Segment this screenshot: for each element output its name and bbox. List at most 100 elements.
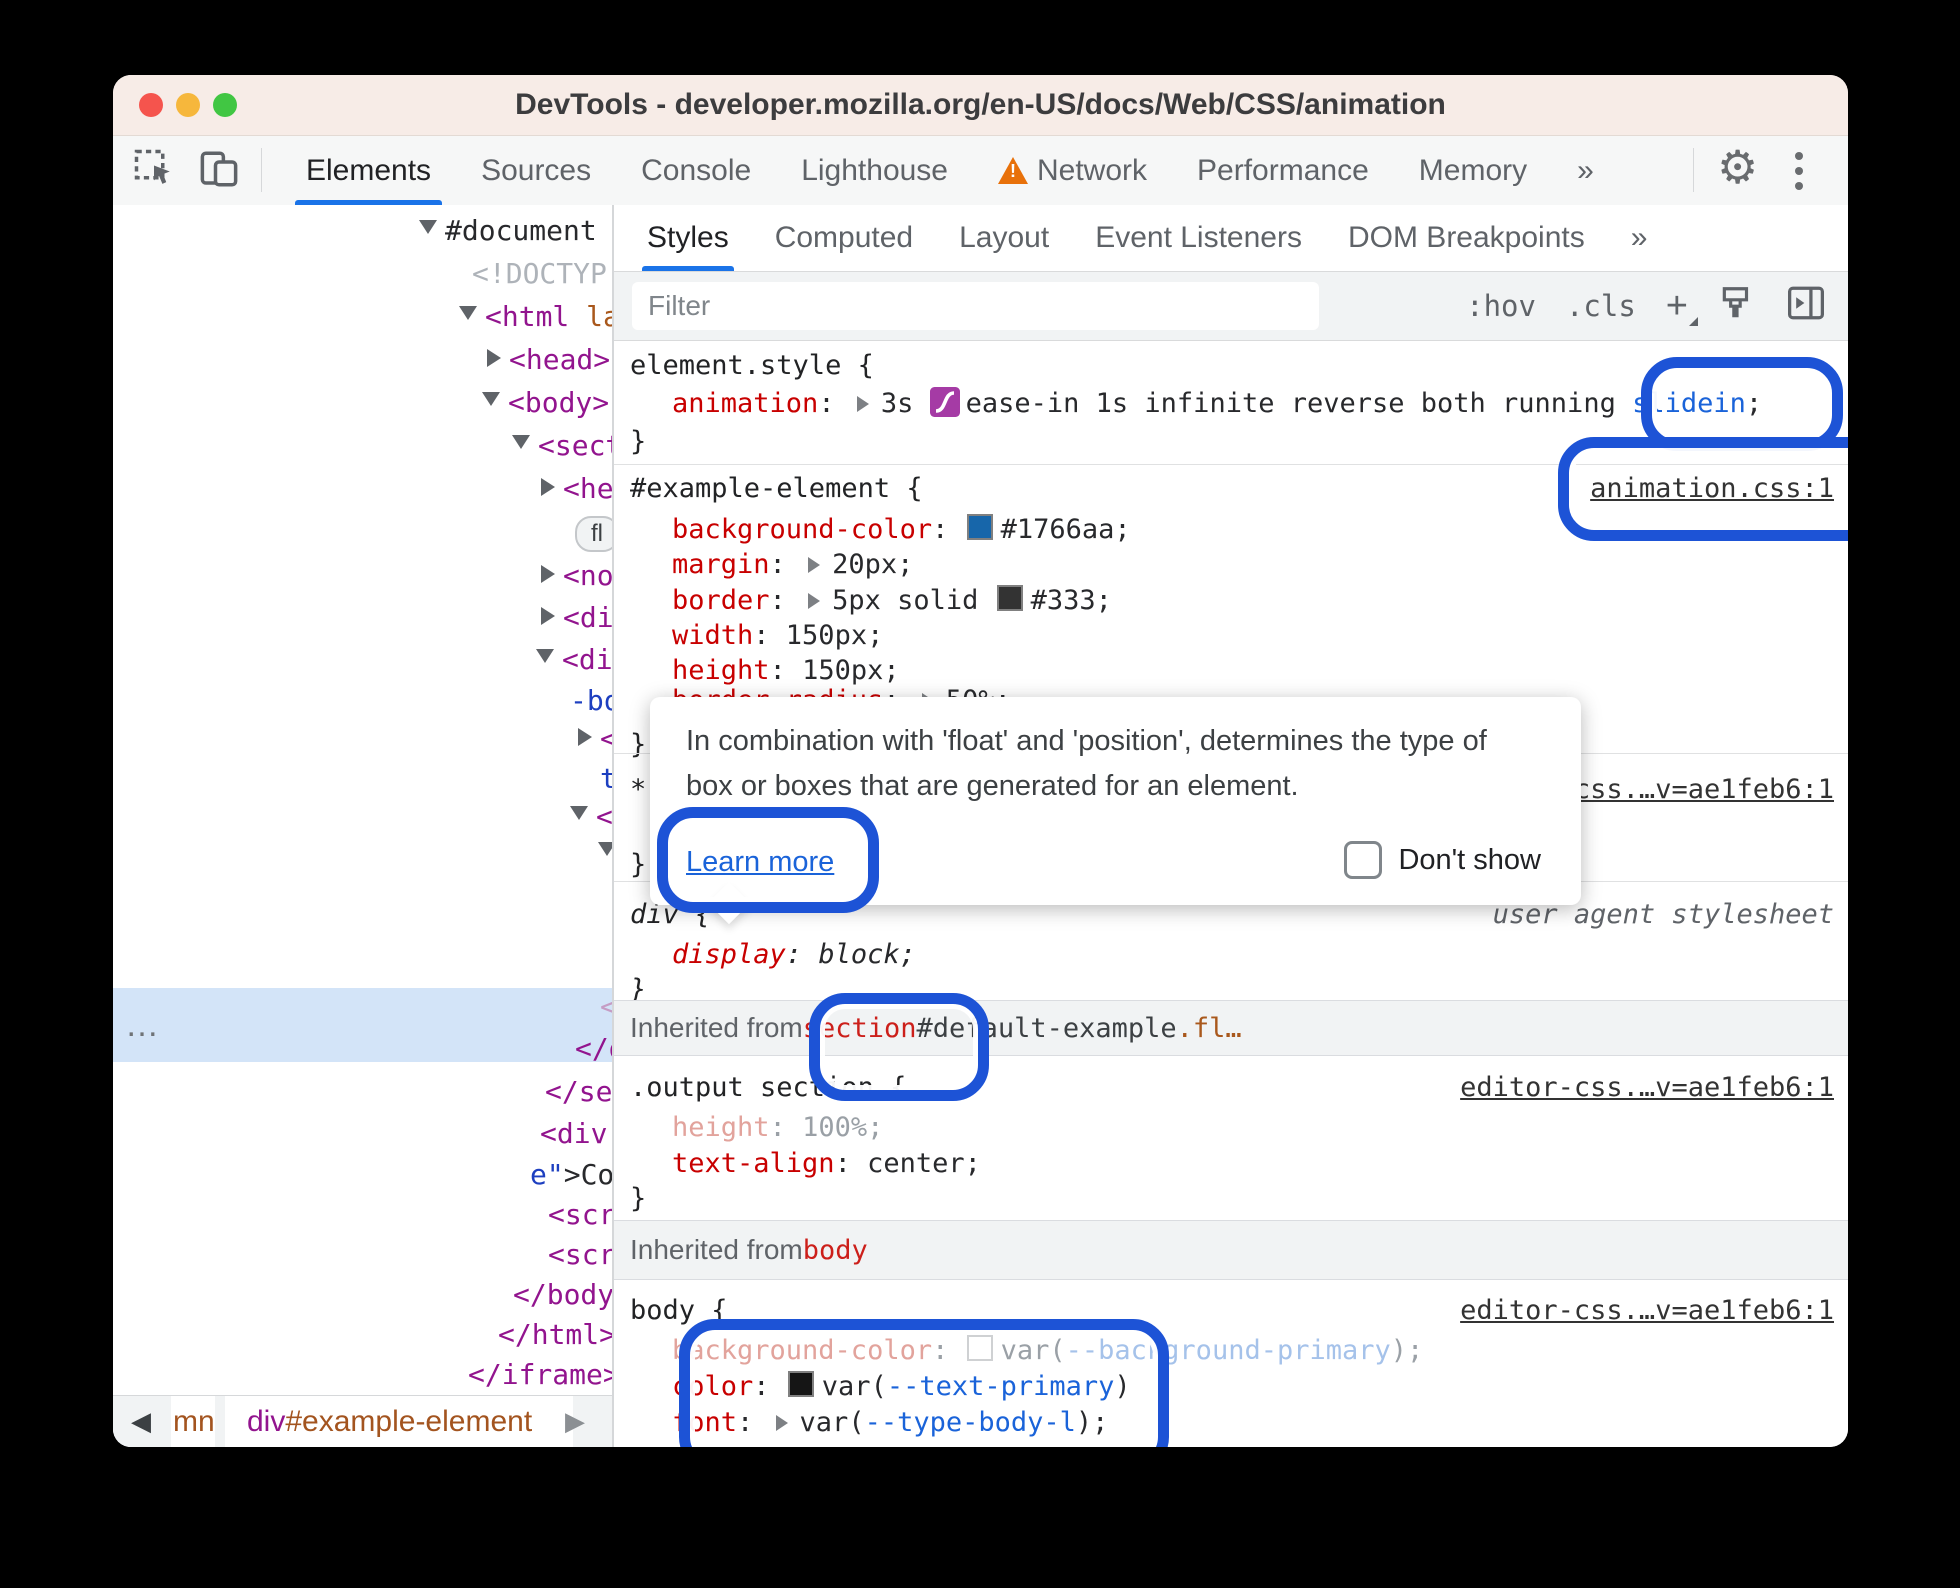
css-token: ease-in 1s infinite reverse both running <box>965 388 1633 419</box>
css-link[interactable]: --text-primary <box>887 1371 1115 1402</box>
css-link[interactable]: editor-css.…v=ae1feb6:1 <box>1460 1072 1834 1103</box>
css-token: ); <box>1075 1407 1109 1438</box>
cubic-bezier-icon[interactable] <box>929 387 960 427</box>
css-token: width <box>672 620 754 651</box>
css-token: background-color <box>672 1335 933 1366</box>
css-token: var( <box>1000 1335 1066 1366</box>
css-line[interactable]: margin: 20px; <box>672 547 913 583</box>
inherited-node-link[interactable]: section <box>803 1013 917 1044</box>
tooltip-text-line2: box or boxes that are generated for an e… <box>686 770 1299 802</box>
css-token: display <box>672 939 786 970</box>
css-line[interactable]: background-color: var(--background-prima… <box>672 1333 1423 1369</box>
inherited-node-link[interactable]: .fl… <box>1177 1013 1242 1044</box>
expand-shorthand-icon[interactable] <box>808 593 821 609</box>
css-line[interactable]: editor-css.…v=ae1feb6:1 <box>1460 1293 1834 1329</box>
css-token: : <box>818 388 851 419</box>
css-line[interactable]: width: 150px; <box>672 618 883 654</box>
css-token: font <box>672 1407 738 1438</box>
css-line[interactable]: } <box>630 847 646 883</box>
css-line[interactable]: height: 100%; <box>672 1110 883 1146</box>
css-token: --background-primary <box>1065 1335 1391 1366</box>
css-token: } <box>630 426 647 457</box>
css-line[interactable]: font: var(--type-body-l); <box>672 1405 1108 1441</box>
css-token: } <box>630 1183 647 1214</box>
css-token: : <box>932 514 965 545</box>
inherited-from-strip: Inherited from section #default-example .f… <box>614 1000 1848 1056</box>
inherited-node-link[interactable]: #default-example <box>917 1013 1177 1044</box>
css-line[interactable]: animation: 3s ease-in 1s infinite revers… <box>672 386 1762 427</box>
css-token: #example-element { <box>630 473 923 504</box>
css-token: var( <box>821 1371 887 1402</box>
tooltip-text-line1: In combination with 'float' and 'positio… <box>686 725 1487 757</box>
dont-show-label: Don't show <box>1398 843 1541 876</box>
css-token: element.style { <box>630 350 874 381</box>
css-token: } <box>630 849 647 880</box>
css-line[interactable]: .output section { <box>630 1070 906 1106</box>
css-token: : <box>932 1335 965 1366</box>
css-token: 100%; <box>802 1112 884 1143</box>
color-swatch[interactable] <box>996 585 1023 611</box>
css-token: color <box>672 1371 754 1402</box>
expand-shorthand-icon[interactable] <box>856 396 869 412</box>
css-token: .output section { <box>630 1072 907 1103</box>
css-line[interactable]: element.style { <box>630 348 874 384</box>
inherited-from-label: Inherited from <box>630 1012 803 1043</box>
css-line[interactable]: editor-css.…v=ae1feb6:1 <box>1460 1070 1834 1106</box>
css-line[interactable]: color: var(--text-primary) <box>672 1369 1131 1405</box>
inherited-from-label: Inherited from <box>630 1234 803 1265</box>
css-token: animation <box>672 388 819 419</box>
css-token: 150px; <box>802 655 900 686</box>
css-line[interactable]: border: 5px solid #333; <box>672 583 1112 619</box>
css-token: } <box>630 729 647 760</box>
dont-show-checkbox[interactable] <box>1344 841 1383 879</box>
css-token: border <box>672 585 770 616</box>
section-divider <box>614 464 1848 465</box>
css-token: text-align <box>672 1148 835 1179</box>
css-token: var( <box>799 1407 865 1438</box>
css-token: body { <box>630 1295 728 1326</box>
inherited-from-strip: Inherited from body <box>614 1220 1848 1280</box>
devtools-window: DevTools - developer.mozilla.org/en-US/d… <box>113 75 1848 1447</box>
css-token: ; <box>1745 388 1763 419</box>
css-token: ) <box>1114 1371 1131 1402</box>
expand-shorthand-icon[interactable] <box>808 557 821 573</box>
learn-more-link[interactable]: Learn more <box>686 846 834 879</box>
css-line[interactable]: #example-element { <box>630 471 923 507</box>
css-link[interactable]: slidein <box>1632 388 1746 419</box>
css-token: : <box>753 1371 786 1402</box>
css-token: height <box>672 655 770 686</box>
css-token: : <box>769 1112 803 1143</box>
css-token: block; <box>818 939 916 970</box>
css-link[interactable]: editor-css.…v=ae1feb6:1 <box>1460 1295 1834 1326</box>
css-token: center; <box>867 1148 981 1179</box>
css-token: : <box>769 549 803 580</box>
css-token: margin <box>672 549 770 580</box>
css-line[interactable]: } <box>630 424 646 460</box>
expand-shorthand-icon[interactable] <box>775 1415 788 1431</box>
css-token: #333; <box>1030 585 1112 616</box>
css-token: : <box>769 585 803 616</box>
inherited-node-link[interactable]: body <box>803 1235 868 1266</box>
css-line[interactable]: body { <box>630 1293 728 1329</box>
screenshot-canvas: DevTools - developer.mozilla.org/en-US/d… <box>0 0 1960 1588</box>
css-token: 5px solid <box>832 585 995 616</box>
css-line[interactable]: display: block; <box>672 937 916 973</box>
css-token: ); <box>1390 1335 1424 1366</box>
property-doc-tooltip: In combination with 'float' and 'positio… <box>650 697 1581 925</box>
color-swatch[interactable] <box>966 514 993 540</box>
css-line[interactable]: animation.css:1 <box>1590 471 1834 507</box>
css-token: : <box>834 1148 868 1179</box>
css-token: : <box>753 620 786 651</box>
color-swatch[interactable] <box>787 1371 814 1397</box>
css-link[interactable]: --type-body-l <box>865 1407 1076 1438</box>
css-line[interactable]: text-align: center; <box>672 1146 981 1182</box>
color-swatch[interactable] <box>966 1335 993 1361</box>
css-line[interactable]: } <box>630 1181 646 1217</box>
css-token: : <box>785 939 819 970</box>
css-link[interactable]: animation.css:1 <box>1590 473 1834 504</box>
css-token: : <box>737 1407 770 1438</box>
css-line[interactable]: } <box>630 727 646 763</box>
css-token: #1766aa; <box>1000 514 1131 545</box>
css-token: 3s <box>880 388 930 419</box>
css-line[interactable]: background-color: #1766aa; <box>672 512 1131 548</box>
